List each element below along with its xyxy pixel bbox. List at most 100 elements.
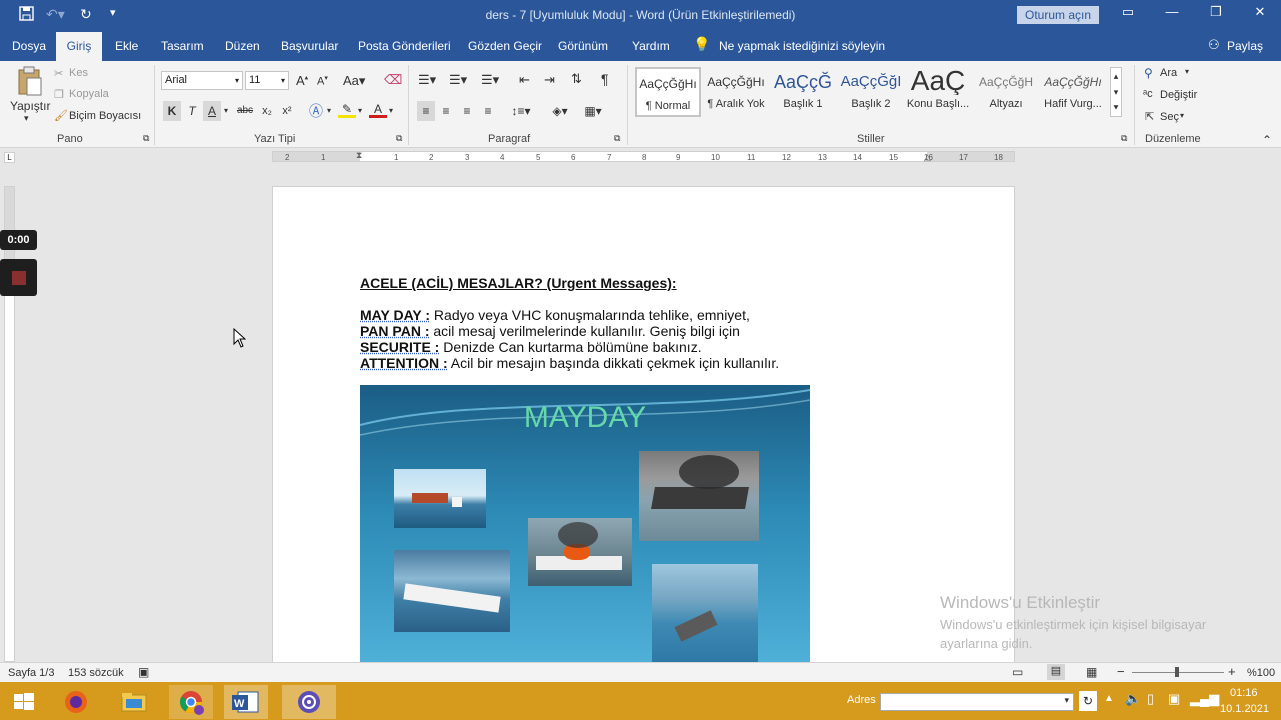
document-body[interactable]: ACELE (ACİL) MESAJLAR? (Urgent Messages)… <box>360 275 779 371</box>
zoom-out-button[interactable]: − <box>1117 664 1125 679</box>
tab-file[interactable]: Dosya <box>12 39 46 53</box>
minimize-button[interactable]: — <box>1162 4 1182 19</box>
show-formatting-marks-icon[interactable]: ¶ <box>601 71 609 87</box>
file-explorer-taskbar-icon[interactable] <box>112 685 156 719</box>
tab-mailings[interactable]: Posta Gönderileri <box>358 39 451 53</box>
tab-design[interactable]: Tasarım <box>161 39 204 53</box>
line-spacing-icon[interactable]: ↕≡▾ <box>508 101 534 121</box>
tab-view[interactable]: Görünüm <box>558 39 608 53</box>
word-taskbar-icon[interactable]: W <box>224 685 268 719</box>
style-heading-2[interactable]: AaÇçĞğI Başlık 2 <box>838 67 904 117</box>
volume-icon[interactable]: 🔈 <box>1125 691 1141 707</box>
zoom-in-button[interactable]: + <box>1228 664 1236 679</box>
style-subtle-emphasis[interactable]: AaÇçĞğHı Hafif Vurg... <box>1040 67 1106 117</box>
style-subtitle[interactable]: AaÇçĞğH Altyazı <box>973 67 1039 117</box>
styles-scroll-icon[interactable]: ▴ ▾ ⯆ <box>1110 67 1122 117</box>
close-button[interactable]: ✕ <box>1250 4 1270 20</box>
grow-font-icon[interactable]: A▴ <box>296 73 308 88</box>
clipboard-launcher-icon[interactable]: ⧉ <box>143 133 149 144</box>
font-color-dropdown-icon[interactable]: ▾ <box>387 101 395 121</box>
underline-button[interactable]: A <box>203 101 221 121</box>
font-size-select[interactable]: 11 ▾ <box>245 71 289 90</box>
mayday-slide-image[interactable]: MAYDAY <box>360 385 810 663</box>
ribbon-display-options-icon[interactable]: ▭ <box>1118 4 1138 20</box>
battery-icon[interactable]: ▯ <box>1147 691 1154 707</box>
numbering-icon[interactable]: ☰▾ <box>449 72 467 88</box>
multilevel-list-icon[interactable]: ☰▾ <box>481 72 499 88</box>
vertical-ruler[interactable] <box>4 186 15 662</box>
stop-recording-button[interactable] <box>0 259 37 296</box>
font-color-icon[interactable]: A <box>369 101 387 118</box>
font-launcher-icon[interactable]: ⧉ <box>396 133 402 144</box>
bullets-icon[interactable]: ☰▾ <box>418 72 436 88</box>
style-no-spacing[interactable]: AaÇçĞğHı ¶ Aralık Yok <box>703 67 769 117</box>
underline-dropdown-icon[interactable]: ▾ <box>221 101 231 121</box>
select-button[interactable]: Seç <box>1160 111 1179 123</box>
highlight-dropdown-icon[interactable]: ▾ <box>356 101 364 121</box>
tab-references[interactable]: Başvurular <box>281 39 338 53</box>
select-dropdown-icon[interactable]: ▾ <box>1180 111 1184 120</box>
text-effects-icon[interactable]: Ⓐ <box>307 101 325 121</box>
signal-icon[interactable]: ▂▄▆ <box>1190 691 1219 707</box>
indent-marker-icon[interactable]: ⧗ <box>356 150 362 161</box>
paste-dropdown-icon[interactable]: ▾ <box>24 113 29 124</box>
show-hidden-icons[interactable]: ▲ <box>1104 693 1114 704</box>
zoom-level[interactable]: %100 <box>1247 667 1275 679</box>
paragraph-launcher-icon[interactable]: ⧉ <box>614 133 620 144</box>
copy-button[interactable]: Kopyala <box>69 88 109 100</box>
tab-layout[interactable]: Düzen <box>225 39 260 53</box>
format-painter-button[interactable]: Biçim Boyacısı <box>69 110 141 122</box>
highlight-icon[interactable]: ✎ <box>338 101 356 118</box>
clock-date[interactable]: 10.1.2021 <box>1220 703 1269 715</box>
shading-icon[interactable]: ◈▾ <box>547 101 573 121</box>
text-effects-dropdown-icon[interactable]: ▾ <box>325 101 333 121</box>
tab-help[interactable]: Yardım <box>632 39 670 53</box>
style-title[interactable]: AaÇ Konu Başlı... <box>905 67 971 117</box>
recorder-taskbar-icon[interactable] <box>282 685 336 719</box>
start-button[interactable] <box>2 685 46 719</box>
maximize-button[interactable]: ❐ <box>1206 4 1226 20</box>
page-count[interactable]: Sayfa 1/3 <box>8 667 54 679</box>
firefox-taskbar-icon[interactable] <box>54 685 98 719</box>
superscript-button[interactable]: x² <box>278 101 296 121</box>
clipboard-paste-icon[interactable] <box>17 66 43 96</box>
chrome-taskbar-icon[interactable] <box>169 685 213 719</box>
proofing-icon[interactable]: ▣ <box>138 665 149 679</box>
signin-button[interactable]: Oturum açın <box>1017 6 1099 24</box>
align-center-icon[interactable]: ≡ <box>437 101 455 121</box>
subscript-button[interactable]: x₂ <box>258 101 276 121</box>
increase-indent-icon[interactable]: ⇥ <box>544 72 555 88</box>
word-count[interactable]: 153 sözcük <box>68 667 124 679</box>
right-indent-marker-icon[interactable]: △ <box>924 152 931 163</box>
collapse-ribbon-icon[interactable]: ⌃ <box>1262 133 1272 147</box>
paste-button[interactable]: Yapıştır <box>10 99 50 113</box>
tab-selector-icon[interactable]: L <box>4 152 15 163</box>
font-name-select[interactable]: Arial ▾ <box>161 71 243 90</box>
find-button[interactable]: Ara <box>1160 67 1177 79</box>
sort-icon[interactable]: ⇅ <box>571 71 582 87</box>
tell-me-search[interactable]: Ne yapmak istediğinizi söyleyin <box>719 39 885 53</box>
document-page[interactable]: ACELE (ACİL) MESAJLAR? (Urgent Messages)… <box>272 186 1015 663</box>
print-layout-icon[interactable]: ▤ <box>1047 664 1065 680</box>
network-icon[interactable]: ▣ <box>1168 691 1180 707</box>
find-dropdown-icon[interactable]: ▾ <box>1185 67 1189 76</box>
tab-home[interactable]: Giriş <box>56 32 102 61</box>
tab-insert[interactable]: Ekle <box>115 39 138 53</box>
justify-icon[interactable]: ≡ <box>479 101 497 121</box>
web-layout-icon[interactable]: ▦ <box>1086 665 1097 679</box>
align-left-icon[interactable]: ≡ <box>417 101 435 121</box>
refresh-icon[interactable]: ↻ <box>1079 691 1097 711</box>
strikethrough-button[interactable]: abc <box>236 101 254 121</box>
zoom-slider-thumb[interactable] <box>1175 667 1179 677</box>
shrink-font-icon[interactable]: A▾ <box>317 74 328 88</box>
borders-icon[interactable]: ▦▾ <box>580 101 606 121</box>
horizontal-ruler[interactable]: 2 1 1 2 3 4 5 6 7 8 9 10 11 12 13 14 15 … <box>272 150 1015 163</box>
style-normal[interactable]: AaÇçĞğHı ¶ Normal <box>635 67 701 117</box>
replace-button[interactable]: Değiştir <box>1160 89 1197 101</box>
clear-formatting-icon[interactable]: ⌫ <box>384 72 402 88</box>
styles-launcher-icon[interactable]: ⧉ <box>1121 133 1127 144</box>
tab-review[interactable]: Gözden Geçir <box>468 39 542 53</box>
address-input[interactable]: ▾ <box>880 693 1074 711</box>
align-right-icon[interactable]: ≡ <box>458 101 476 121</box>
read-mode-icon[interactable]: ▭ <box>1012 665 1023 679</box>
